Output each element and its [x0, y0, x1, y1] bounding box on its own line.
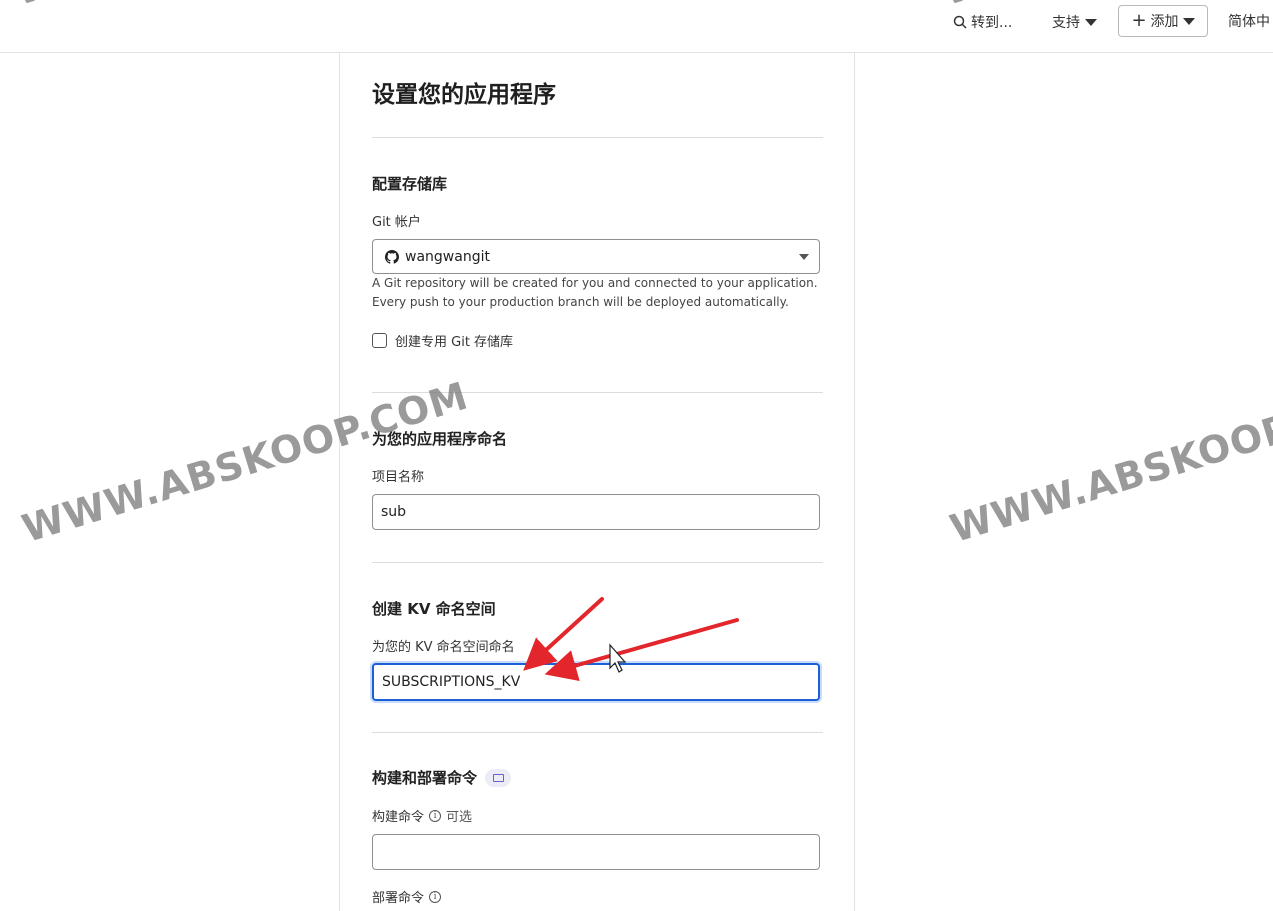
- project-name-input[interactable]: sub: [372, 494, 820, 530]
- repo-section-title: 配置存储库: [372, 175, 448, 193]
- divider: [372, 732, 823, 733]
- kv-namespace-label: 为您的 KV 命名空间命名: [372, 640, 515, 655]
- kv-section-title: 创建 KV 命名空间: [372, 600, 496, 618]
- project-name-label: 项目名称: [372, 470, 425, 485]
- build-command-label-row: 构建命令 i 可选: [372, 806, 472, 825]
- go-to-search[interactable]: 转到...: [953, 11, 1012, 33]
- setup-panel: 设置您的应用程序 配置存储库 Git 帐户 wangwangit A Git r…: [339, 53, 855, 911]
- page-title: 设置您的应用程序: [372, 82, 556, 108]
- caret-down-icon: [1085, 18, 1097, 26]
- book-icon: [492, 773, 504, 782]
- support-label: 支持: [1052, 15, 1080, 31]
- repo-help-line-2: Every push to your production branch wil…: [372, 295, 789, 309]
- deploy-command-label: 部署命令: [372, 891, 425, 906]
- go-to-label: 转到...: [971, 15, 1013, 31]
- optional-label: 可选: [446, 810, 473, 825]
- search-icon: [953, 15, 967, 29]
- dropdown-arrow-icon: [799, 254, 809, 260]
- private-repo-option[interactable]: 创建专用 Git 存储库: [372, 331, 513, 350]
- divider: [372, 137, 823, 138]
- private-repo-label: 创建专用 Git 存储库: [395, 335, 514, 350]
- github-icon: [385, 249, 399, 264]
- plus-icon: +: [1131, 10, 1147, 31]
- info-icon[interactable]: i: [429, 890, 442, 903]
- divider: [372, 562, 823, 563]
- build-section-title: 构建和部署命令: [372, 769, 478, 787]
- deploy-command-label-row: 部署命令 i: [372, 887, 442, 906]
- private-repo-checkbox[interactable]: [372, 333, 387, 348]
- docs-badge[interactable]: [485, 768, 512, 787]
- language-selector[interactable]: 简体中: [1228, 11, 1273, 33]
- add-menu-button[interactable]: + 添加: [1118, 5, 1208, 37]
- add-label: 添加: [1150, 14, 1179, 30]
- watermark: WWW.ABSKOOP.S: [945, 394, 1273, 551]
- git-account-value: wangwangit: [405, 248, 490, 265]
- caret-down-icon: [1182, 17, 1195, 25]
- git-account-label: Git 帐户: [372, 215, 421, 230]
- git-account-select[interactable]: wangwangit: [372, 239, 820, 274]
- build-command-label: 构建命令: [372, 810, 425, 825]
- repo-help-line-1: A Git repository will be created for you…: [372, 276, 818, 290]
- info-icon[interactable]: i: [429, 809, 442, 822]
- top-bar: 转到... 支持 + 添加 简体中: [0, 0, 1273, 53]
- build-section-heading: 构建和部署命令: [372, 767, 512, 788]
- repo-help-text: A Git repository will be created for you…: [372, 274, 820, 312]
- build-command-input[interactable]: [372, 834, 820, 870]
- kv-namespace-input[interactable]: SUBSCRIPTIONS_KV: [372, 663, 820, 701]
- support-menu-button[interactable]: 支持: [1052, 11, 1097, 33]
